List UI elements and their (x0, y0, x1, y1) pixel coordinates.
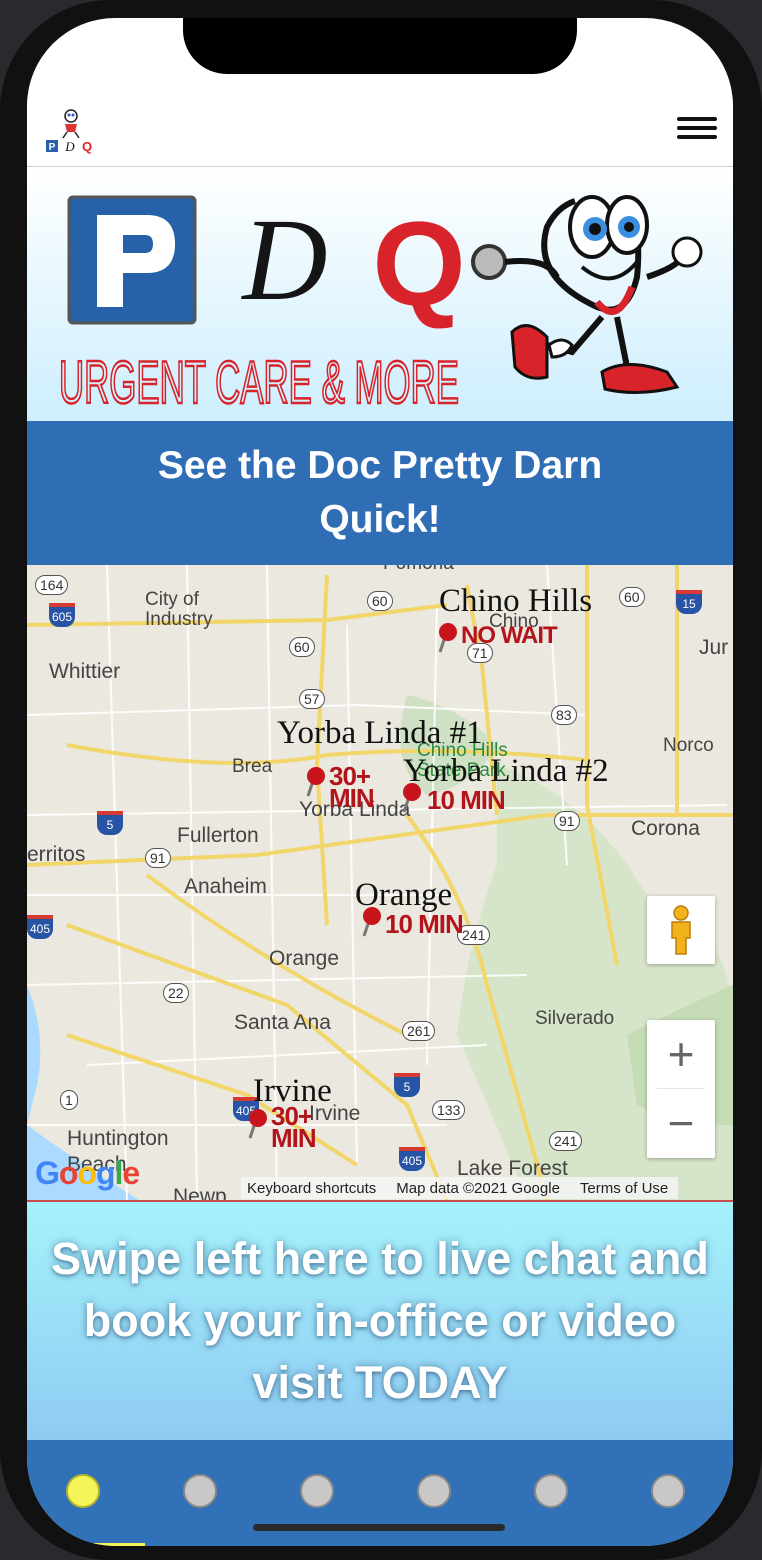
phone-bezel: P D Q D Q URGENT CARE & MORE See the Doc… (0, 0, 762, 1560)
terms-of-use-link[interactable]: Terms of Use (580, 1180, 668, 1197)
route-shield: 60 (367, 591, 393, 611)
interstate-shield: 405 (399, 1147, 425, 1171)
location-label-yorba-linda-1[interactable]: Yorba Linda #1 (277, 715, 483, 752)
street-view-button[interactable] (647, 896, 715, 964)
route-shield: 83 (551, 705, 577, 725)
tagline-text: See the Doc Pretty Darn Quick! (157, 444, 603, 541)
place-city-of-industry: City of Industry (145, 589, 213, 630)
zoom-out-button[interactable]: − (647, 1089, 715, 1157)
route-shield: 261 (402, 1021, 436, 1041)
live-chat-cta[interactable]: Swipe left here to live chat and book yo… (27, 1202, 733, 1440)
wait-time-chino-hills: NO WAIT (461, 622, 558, 649)
place-norco: Norco (663, 735, 714, 756)
page-dot-1[interactable] (66, 1474, 100, 1508)
route-shield: 164 (35, 575, 69, 595)
place-corona: Corona (631, 817, 700, 840)
phone-notch (183, 18, 577, 74)
place-pomona: Pomona (383, 565, 454, 575)
wait-time-yorba-linda-2: 10 MIN (427, 785, 506, 815)
route-shield: 91 (554, 811, 580, 831)
map-pin-icon[interactable] (247, 1109, 269, 1139)
page-dot-6[interactable] (651, 1474, 685, 1508)
page-dot-5[interactable] (534, 1474, 568, 1508)
map-pin-icon[interactable] (305, 767, 327, 797)
pdq-logo: D Q URGENT CARE & MORE (58, 194, 703, 417)
map-data-text: Map data ©2021 Google (396, 1179, 560, 1197)
route-shield: 241 (549, 1131, 583, 1151)
svg-text:D: D (64, 139, 75, 154)
active-page-underline (63, 1543, 145, 1546)
place-fullerton: Fullerton (177, 824, 259, 847)
svg-text:Q: Q (82, 139, 92, 154)
route-shield: 22 (163, 983, 189, 1003)
interstate-shield: 15 (676, 590, 702, 614)
tagline-banner: See the Doc Pretty Darn Quick! (27, 421, 733, 565)
route-shield: 60 (289, 637, 315, 657)
pegman-icon (671, 905, 691, 955)
wait-time-irvine: 30+ MIN (271, 1101, 317, 1153)
svg-text:P: P (49, 142, 56, 153)
location-label-chino-hills[interactable]: Chino Hills (439, 583, 592, 620)
google-logo: Google (35, 1155, 140, 1191)
place-silverado: Silverado (535, 1008, 615, 1029)
cta-text: Swipe left here to live chat and book yo… (51, 1233, 709, 1408)
place-anaheim: Anaheim (184, 875, 267, 898)
place-brea: Brea (232, 756, 273, 777)
svg-text:Q: Q (372, 197, 465, 331)
app-screen: P D Q D Q URGENT CARE & MORE See the Doc… (27, 18, 733, 1546)
hero-banner: D Q URGENT CARE & MORE (27, 167, 733, 421)
mini-mascot-icon: P D Q (46, 109, 92, 154)
interstate-shield: 605 (49, 603, 75, 627)
interstate-shield: 5 (394, 1073, 420, 1097)
zoom-in-button[interactable]: + (647, 1020, 715, 1088)
keyboard-shortcuts-link[interactable]: Keyboard shortcuts (247, 1180, 376, 1197)
route-shield: 91 (145, 848, 171, 868)
home-indicator[interactable] (253, 1524, 505, 1531)
route-shield: 57 (299, 689, 325, 709)
wait-time-yorba-linda-1: 30+ MIN (329, 761, 375, 813)
place-cerritos: erritos (27, 843, 86, 866)
place-newport: Newp (173, 1185, 227, 1202)
map-attribution: Keyboard shortcuts Map data ©2021 Google… (241, 1177, 679, 1199)
place-jurupa: Jur (699, 636, 729, 659)
svg-text:URGENT CARE & MORE: URGENT CARE & MORE (59, 349, 459, 416)
page-dot-3[interactable] (300, 1474, 334, 1508)
page-dot-4[interactable] (417, 1474, 451, 1508)
wait-time-orange: 10 MIN (385, 909, 464, 939)
interstate-shield: 405 (27, 915, 53, 939)
interstate-shield: 5 (97, 811, 123, 835)
map-pin-icon[interactable] (437, 623, 459, 653)
zoom-controls: + − (647, 1020, 715, 1158)
stethoscope-mascot-icon (471, 195, 703, 395)
place-whittier: Whittier (49, 660, 121, 683)
svg-text:D: D (240, 194, 327, 325)
place-orange-city: Orange (269, 947, 340, 970)
route-shield: 60 (619, 587, 645, 607)
top-navbar: P D Q (27, 98, 733, 167)
menu-icon[interactable] (677, 112, 717, 142)
route-shield: 1 (60, 1090, 78, 1110)
page-dot-2[interactable] (183, 1474, 217, 1508)
mini-logo[interactable]: P D Q (45, 106, 97, 154)
place-santa-ana: Santa Ana (234, 1011, 331, 1034)
route-shield: 133 (432, 1100, 466, 1120)
locations-map[interactable]: City of Industry Whittier Brea Fullerton… (27, 565, 733, 1202)
